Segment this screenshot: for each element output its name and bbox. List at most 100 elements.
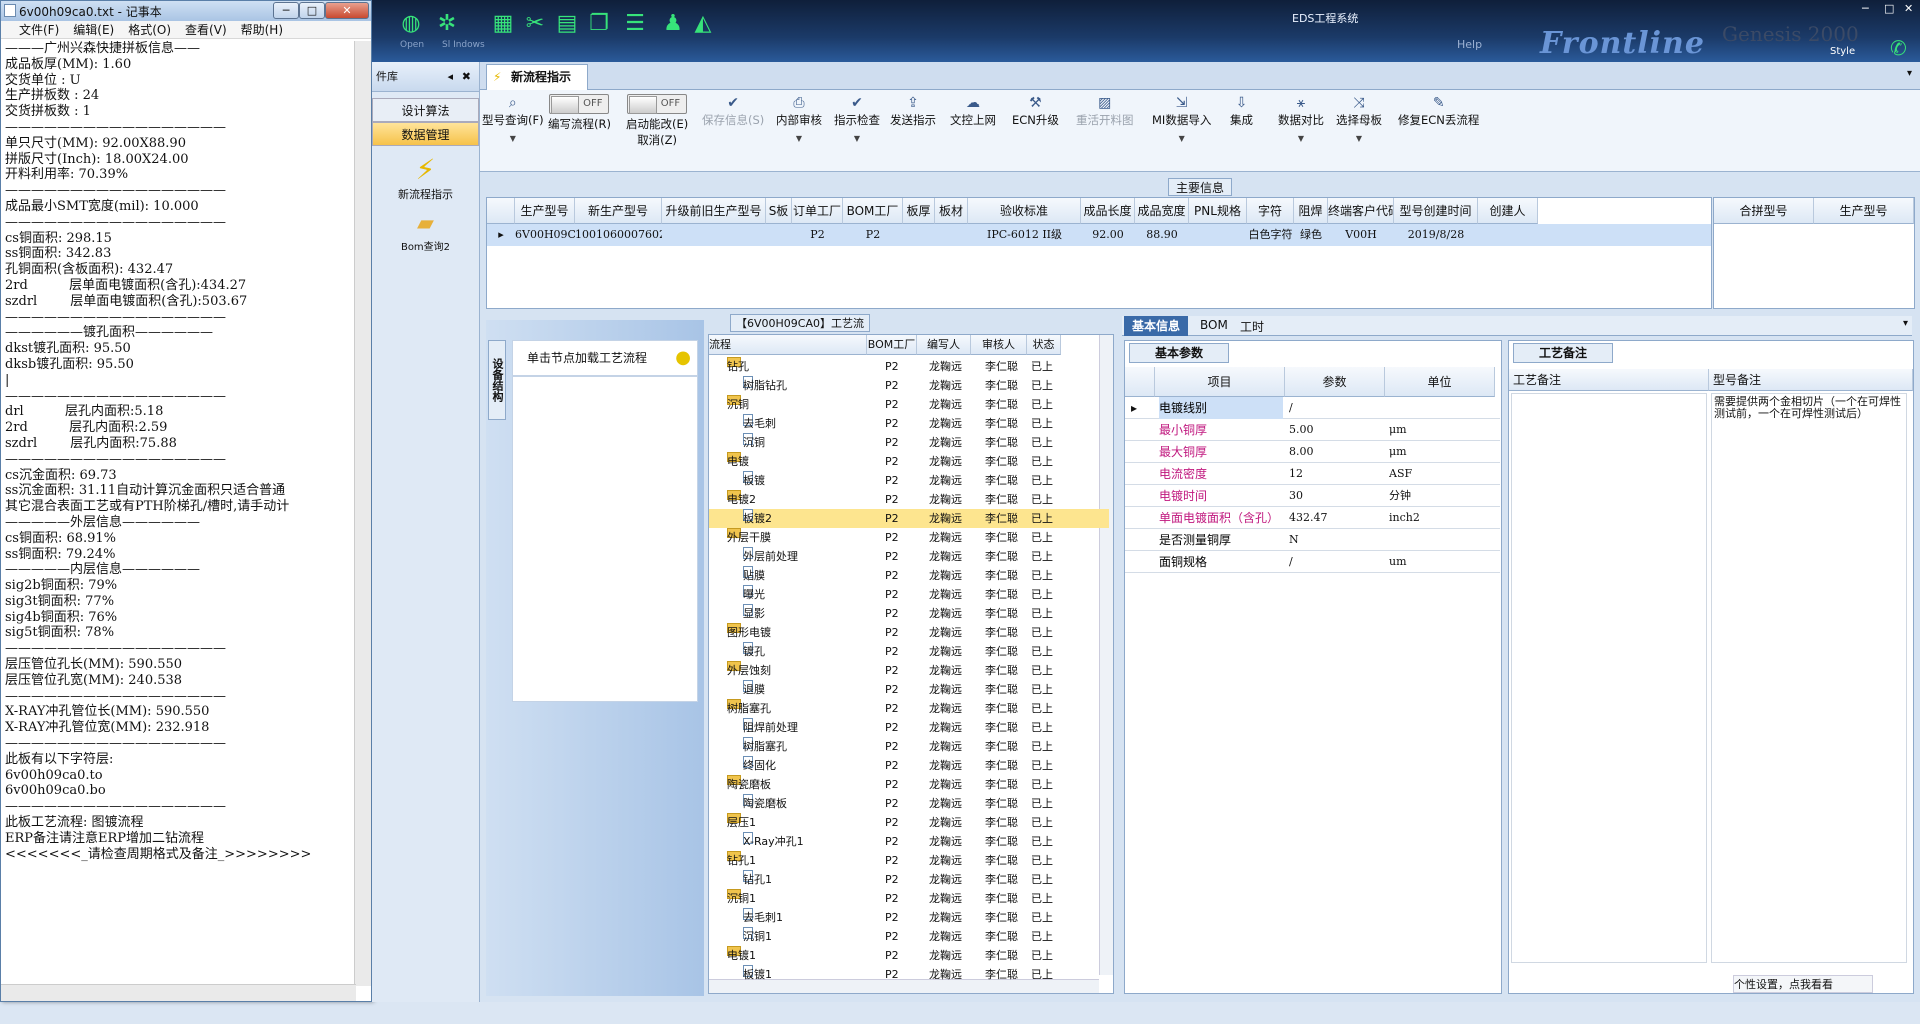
tab-basic-info[interactable]: 基本信息 [1124,316,1188,336]
toolbar-item-4[interactable]: ⎙ 内部审核 ▼ [776,94,822,143]
tree-node[interactable]: 显影 [743,604,765,623]
cell[interactable]: 6V00H09CA0 [515,224,575,246]
param-value[interactable]: / [1289,397,1385,419]
table-row[interactable]: 沉铜1 P2 龙鞠远 李仁聪 已上 [709,927,1109,946]
table-row[interactable]: 钻孔1 P2 龙鞠远 李仁聪 已上 [709,870,1109,889]
table-row[interactable]: 电流密度 12 ASF [1125,463,1500,485]
toolbar-item-2[interactable]: OFF 启动能改(E) 取消(Z) [626,94,688,148]
tree-node[interactable]: 退膜 [743,680,765,699]
column-header[interactable]: 阻焊 [1294,198,1328,224]
column-header[interactable]: BOM工厂 [843,198,903,224]
table-row[interactable]: 单面电镀面积（含孔） 432.47 inch2 [1125,507,1500,529]
tree-node[interactable]: 沉铜1 [743,927,772,946]
table-row[interactable]: 镀孔 P2 龙鞠远 李仁聪 已上 [709,642,1109,661]
cell[interactable]: V00H [1328,224,1394,246]
column-header[interactable]: 订单工厂 [792,198,843,224]
column-header[interactable]: 项目 [1155,367,1285,397]
column-header[interactable]: 参数 [1285,367,1385,397]
tree-node[interactable]: −钻孔1 [727,851,756,870]
search-icon[interactable]: ◍ [398,12,424,36]
column-header[interactable]: 审核人 [971,335,1027,355]
table-row[interactable]: −沉铜 P2 龙鞠远 李仁聪已上 [709,395,1109,414]
toolbar-item-13[interactable]: ⤨ 选择母板 ▼ [1336,94,1382,143]
model-remark-textbox[interactable]: 需要提供两个金相切片（一个在可焊性测试前，一个在可焊性测试后） [1711,393,1907,963]
section-basic-params[interactable]: 基本参数 [1129,343,1229,363]
personal-settings-link[interactable]: 个性设置，点我看看 [1733,975,1873,993]
toolbar-item-8[interactable]: ⚒ ECN升级 [1012,94,1059,128]
cell[interactable]: 88.90 [1135,224,1189,246]
column-header[interactable]: 验收标准 [968,198,1081,224]
tree-node[interactable]: 树脂钻孔 [743,376,787,395]
table-row[interactable]: 板镀2 P2 龙鞠远 李仁聪 已上 [709,509,1109,528]
cell[interactable] [766,224,792,246]
table-row[interactable]: −钻孔1 P2 龙鞠远 李仁聪已上 [709,851,1109,870]
gear-icon[interactable]: ✲ [434,12,460,36]
dropdown-arrow-icon[interactable]: ▼ [1278,134,1324,143]
main-info-row[interactable]: ▸ 6V00H09CA010010600076023 P2P2 IPC-6012 II… [487,224,1711,246]
copy-icon[interactable]: ❐ [586,12,612,36]
cell[interactable]: IPC-6012 II级 [968,224,1081,246]
table-row[interactable]: ▸ 电镀线别 / [1125,397,1500,419]
tree-node[interactable]: −陶瓷磨板 [727,775,771,794]
table-row[interactable]: −树脂塞孔 P2 龙鞠远 李仁聪已上 [709,699,1109,718]
column-header[interactable]: PNL规格 [1189,198,1247,224]
column-header[interactable]: 生产型号 [1814,198,1914,224]
cell[interactable]: 绿色 [1294,224,1328,246]
column-header[interactable]: 板厚 [903,198,935,224]
cell[interactable]: 白色字符 [1247,224,1294,246]
param-value[interactable]: N [1289,529,1385,551]
table-row[interactable]: 去毛刺 P2 龙鞠远 李仁聪 已上 [709,414,1109,433]
column-header[interactable]: 合拼型号 [1714,198,1814,224]
column-header[interactable]: 新生产型号 [575,198,662,224]
nav-tab-design[interactable]: 设计算法 [372,98,479,122]
param-value[interactable]: 5.00 [1289,419,1385,441]
tree-node[interactable]: 曝光 [743,585,765,604]
column-header[interactable]: 型号创建时间 [1394,198,1478,224]
film-icon[interactable]: ▤ [554,12,580,36]
column-header[interactable]: 成品宽度 [1135,198,1189,224]
table-row[interactable]: 树脂塞孔 P2 龙鞠远 李仁聪 已上 [709,737,1109,756]
phone-icon[interactable]: ✆ [1890,36,1907,60]
cell[interactable]: 10010600076023 [575,224,662,246]
tree-node[interactable]: 去毛刺1 [743,908,783,927]
table-row[interactable]: −层压1 P2 龙鞠远 李仁聪已上 [709,813,1109,832]
toolbar-item-11[interactable]: ⇩ 集成 [1230,94,1253,128]
tree-node[interactable]: 沉铜 [743,433,765,452]
tree-node[interactable]: −图形电镀 [727,623,771,642]
tree-node[interactable]: 外层前处理 [743,547,798,566]
column-header[interactable]: 升级前旧生产型号 [662,198,766,224]
tree-node[interactable]: −层压1 [727,813,756,832]
table-row[interactable]: −外层干膜 P2 龙鞠远 李仁聪已上 [709,528,1109,547]
column-header[interactable]: 板材 [935,198,968,224]
tree-node[interactable]: −电镀2 [727,490,756,509]
tab-new-flow[interactable]: ⚡ 新流程指示 [486,64,588,90]
equipment-tree[interactable] [512,376,698,702]
cell[interactable]: P2 [792,224,843,246]
table-row[interactable]: 最小铜厚 5.00 μm [1125,419,1500,441]
tree-node[interactable]: 钻孔1 [743,870,772,889]
table-row[interactable]: 板镀 P2 龙鞠远 李仁聪 已上 [709,471,1109,490]
table-row[interactable]: −钻孔 P2 龙鞠远 李仁聪已上 [709,357,1109,376]
tree-node[interactable]: 树脂塞孔 [743,737,787,756]
toggle-switch[interactable]: OFF [627,94,688,114]
table-row[interactable]: 面铜规格 / um [1125,551,1500,573]
column-header[interactable]: 工艺备注 [1509,369,1709,391]
param-value[interactable]: 432.47 [1289,507,1385,529]
table-row[interactable]: 电镀时间 30 分钟 [1125,485,1500,507]
cell[interactable] [662,224,766,246]
table-row[interactable]: −电镀1 P2 龙鞠远 李仁聪已上 [709,946,1109,965]
tree-node[interactable]: 板镀1 [743,965,772,984]
tree-node[interactable]: −树脂塞孔 [727,699,771,718]
table-row[interactable]: 陶瓷磨板 P2 龙鞠远 李仁聪 已上 [709,794,1109,813]
notepad-horizontal-scrollbar[interactable] [1,984,356,1001]
notepad-vertical-scrollbar[interactable] [354,41,371,986]
tree-node[interactable]: −外层干膜 [727,528,771,547]
column-header[interactable]: BOM工厂 [867,335,917,355]
tree-node[interactable]: 板镀 [743,471,765,490]
column-header[interactable]: S板 [766,198,792,224]
tree-node[interactable]: 终固化 [743,756,776,775]
tab-dropdown-icon[interactable]: ▾ [1907,68,1912,79]
table-row[interactable]: 去毛刺1 P2 龙鞠远 李仁聪 已上 [709,908,1109,927]
table-row[interactable]: 沉铜 P2 龙鞠远 李仁聪 已上 [709,433,1109,452]
table-row[interactable]: −外层蚀刻 P2 龙鞠远 李仁聪已上 [709,661,1109,680]
